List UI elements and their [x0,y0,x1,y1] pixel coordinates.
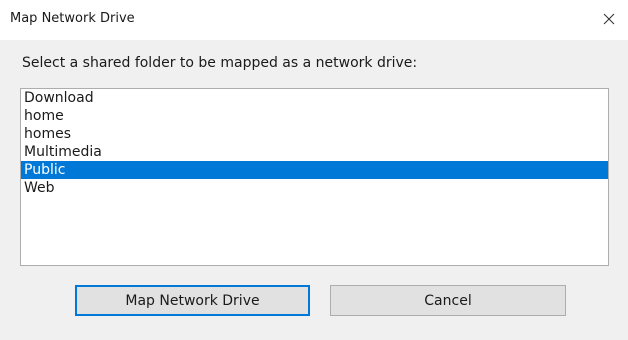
instruction-label: Select a shared folder to be mapped as a… [22,55,418,71]
close-icon [603,13,615,25]
list-item[interactable]: Web [21,179,608,197]
shared-folder-list[interactable]: Download home homes Multimedia Public We… [20,88,609,266]
list-item[interactable]: home [21,107,608,125]
window-title: Map Network Drive [10,11,135,26]
cancel-button[interactable]: Cancel [330,285,566,316]
list-item[interactable]: Public [21,161,608,179]
map-network-drive-button[interactable]: Map Network Drive [75,285,310,316]
map-network-drive-dialog: Map Network Drive Select a shared folder… [0,0,628,340]
title-bar: Map Network Drive [0,0,628,40]
list-item[interactable]: Multimedia [21,143,608,161]
list-item[interactable]: Download [21,89,608,107]
close-button[interactable] [596,6,622,32]
list-item[interactable]: homes [21,125,608,143]
dialog-body: Select a shared folder to be mapped as a… [0,40,628,340]
